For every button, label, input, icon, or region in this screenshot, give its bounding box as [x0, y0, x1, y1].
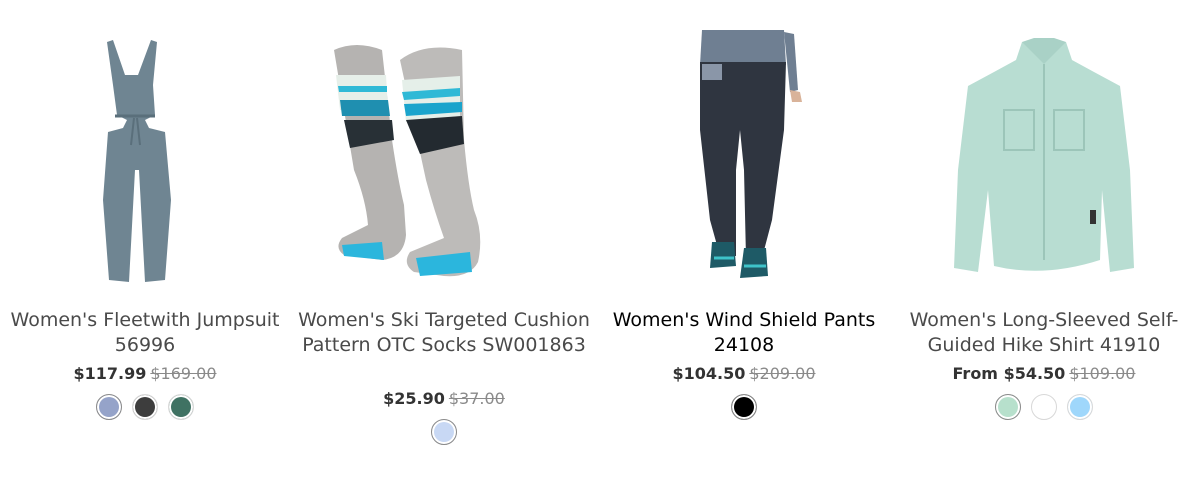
- color-swatches: [894, 394, 1185, 420]
- product-price: $25.90 $37.00: [294, 389, 594, 408]
- product-card-pants[interactable]: Women's Wind Shield Pants 24108 $104.50 $…: [594, 0, 894, 482]
- original-price: $209.00: [749, 364, 816, 383]
- color-swatches: [294, 419, 594, 445]
- product-price: $117.99 $169.00: [0, 364, 295, 383]
- color-swatch[interactable]: [168, 394, 194, 420]
- product-title[interactable]: Women's Wind Shield Pants 24108: [594, 308, 894, 358]
- product-image-socks[interactable]: [294, 20, 594, 290]
- color-swatches: [594, 394, 894, 420]
- color-swatch[interactable]: [132, 394, 158, 420]
- original-price: $109.00: [1069, 364, 1136, 383]
- color-swatch[interactable]: [1067, 394, 1093, 420]
- product-image-jumpsuit[interactable]: [0, 20, 295, 290]
- sale-price: $54.50: [1003, 364, 1066, 383]
- sale-price: $104.50: [672, 364, 746, 383]
- product-price: From $54.50 $109.00: [894, 364, 1185, 383]
- color-swatch[interactable]: [731, 394, 757, 420]
- color-swatch[interactable]: [995, 394, 1021, 420]
- sale-price: $25.90: [383, 389, 445, 408]
- sale-price: $117.99: [73, 364, 147, 383]
- product-card-shirt[interactable]: Women's Long-Sleeved Self-Guided Hike Sh…: [894, 0, 1185, 482]
- color-swatch[interactable]: [431, 419, 457, 445]
- product-price: $104.50 $209.00: [594, 364, 894, 383]
- product-title[interactable]: Women's Fleetwith Jumpsuit 56996: [0, 308, 295, 358]
- color-swatch[interactable]: [96, 394, 122, 420]
- product-title[interactable]: Women's Ski Targeted Cushion Pattern OTC…: [294, 308, 594, 358]
- color-swatch[interactable]: [1031, 394, 1057, 420]
- product-image-shirt[interactable]: [894, 20, 1185, 290]
- product-card-jumpsuit[interactable]: Women's Fleetwith Jumpsuit 56996 $117.99…: [0, 0, 295, 482]
- product-card-socks[interactable]: Women's Ski Targeted Cushion Pattern OTC…: [294, 0, 594, 482]
- original-price: $169.00: [150, 364, 217, 383]
- product-title[interactable]: Women's Long-Sleeved Self-Guided Hike Sh…: [894, 308, 1185, 358]
- original-price: $37.00: [448, 389, 505, 408]
- product-grid: Women's Fleetwith Jumpsuit 56996 $117.99…: [0, 0, 1185, 482]
- color-swatches: [0, 394, 295, 420]
- product-image-pants[interactable]: [594, 20, 894, 290]
- price-prefix: From: [952, 364, 998, 383]
